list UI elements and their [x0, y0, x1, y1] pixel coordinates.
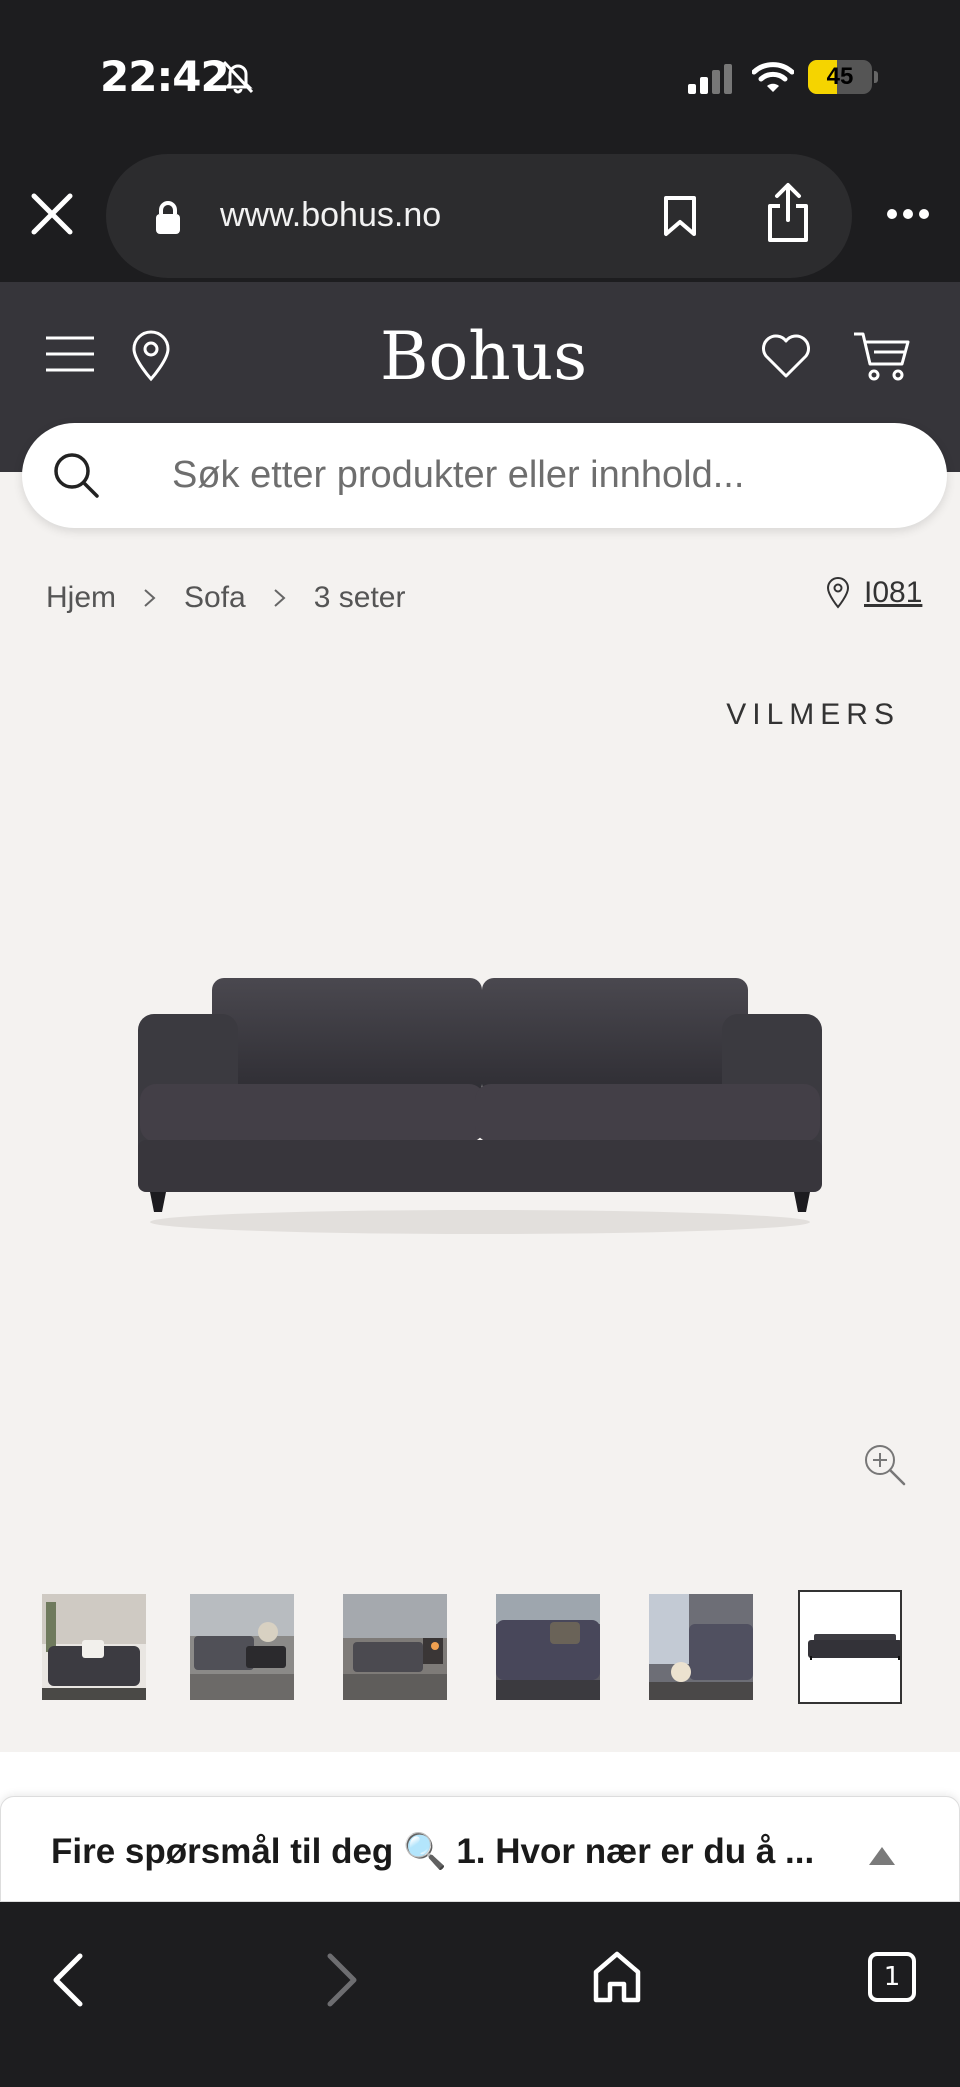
breadcrumb: Hjem Sofa 3 seter	[46, 578, 405, 618]
chevron-right-icon	[144, 589, 156, 607]
lock-icon	[156, 201, 180, 234]
bookmark-icon[interactable]	[662, 194, 698, 238]
chat-banner-text: Fire spørsmål til deg 🔍 1. Hvor nær er d…	[51, 1832, 815, 1871]
wifi-icon	[752, 62, 794, 92]
battery-level: 45	[826, 63, 854, 90]
search-box[interactable]	[22, 423, 947, 528]
location-pin-icon	[826, 577, 850, 609]
breadcrumb-3-seter[interactable]: 3 seter	[314, 581, 406, 615]
thumbnail-strip	[0, 1590, 960, 1710]
battery-icon: 45	[808, 60, 878, 94]
thumbnail-4[interactable]	[496, 1594, 600, 1700]
thumbnail-2[interactable]	[190, 1594, 294, 1700]
thumbnail-3[interactable]	[343, 1594, 447, 1700]
url-text: www.bohus.no	[220, 196, 442, 234]
browser-bar: www.bohus.no	[0, 150, 960, 282]
more-icon[interactable]	[886, 204, 930, 224]
search-input[interactable]	[172, 423, 912, 528]
share-icon[interactable]	[764, 182, 812, 244]
product-brand[interactable]: VILMERS	[720, 698, 900, 732]
zoom-in-icon[interactable]	[862, 1442, 906, 1486]
thumbnail-5[interactable]	[649, 1594, 753, 1700]
status-time: 22:42	[100, 52, 230, 101]
heart-icon[interactable]	[760, 332, 812, 380]
bohus-logo[interactable]: Bohus	[380, 318, 587, 395]
thumbnail-1[interactable]	[42, 1594, 146, 1700]
thumbnail-6-active[interactable]	[798, 1590, 902, 1704]
chevron-right-icon	[274, 589, 286, 607]
store-label[interactable]: I081	[864, 576, 922, 610]
breadcrumb-sofa[interactable]: Sofa	[184, 581, 246, 615]
menu-icon[interactable]	[46, 334, 94, 374]
location-pin-icon[interactable]	[130, 330, 172, 382]
breadcrumb-home[interactable]: Hjem	[46, 581, 116, 615]
home-icon[interactable]	[592, 1950, 642, 2004]
cart-icon[interactable]	[852, 330, 912, 382]
chat-banner[interactable]: Fire spørsmål til deg 🔍 1. Hvor nær er d…	[0, 1796, 960, 1902]
triangle-up-icon[interactable]	[867, 1845, 897, 1867]
close-icon[interactable]	[30, 192, 74, 236]
forward-icon[interactable]	[322, 1952, 362, 2008]
address-bar[interactable]: www.bohus.no	[106, 154, 852, 278]
product-image[interactable]	[130, 960, 830, 1260]
browser-toolbar: 1	[0, 1902, 960, 2087]
back-icon[interactable]	[48, 1952, 88, 2008]
search-icon	[54, 453, 99, 498]
status-bar: 22:42 45	[0, 0, 960, 150]
bell-slash-icon	[222, 60, 254, 94]
store-selector[interactable]: I081	[826, 576, 922, 610]
tabs-icon[interactable]: 1	[868, 1952, 916, 2002]
cellular-signal-icon	[688, 64, 732, 94]
